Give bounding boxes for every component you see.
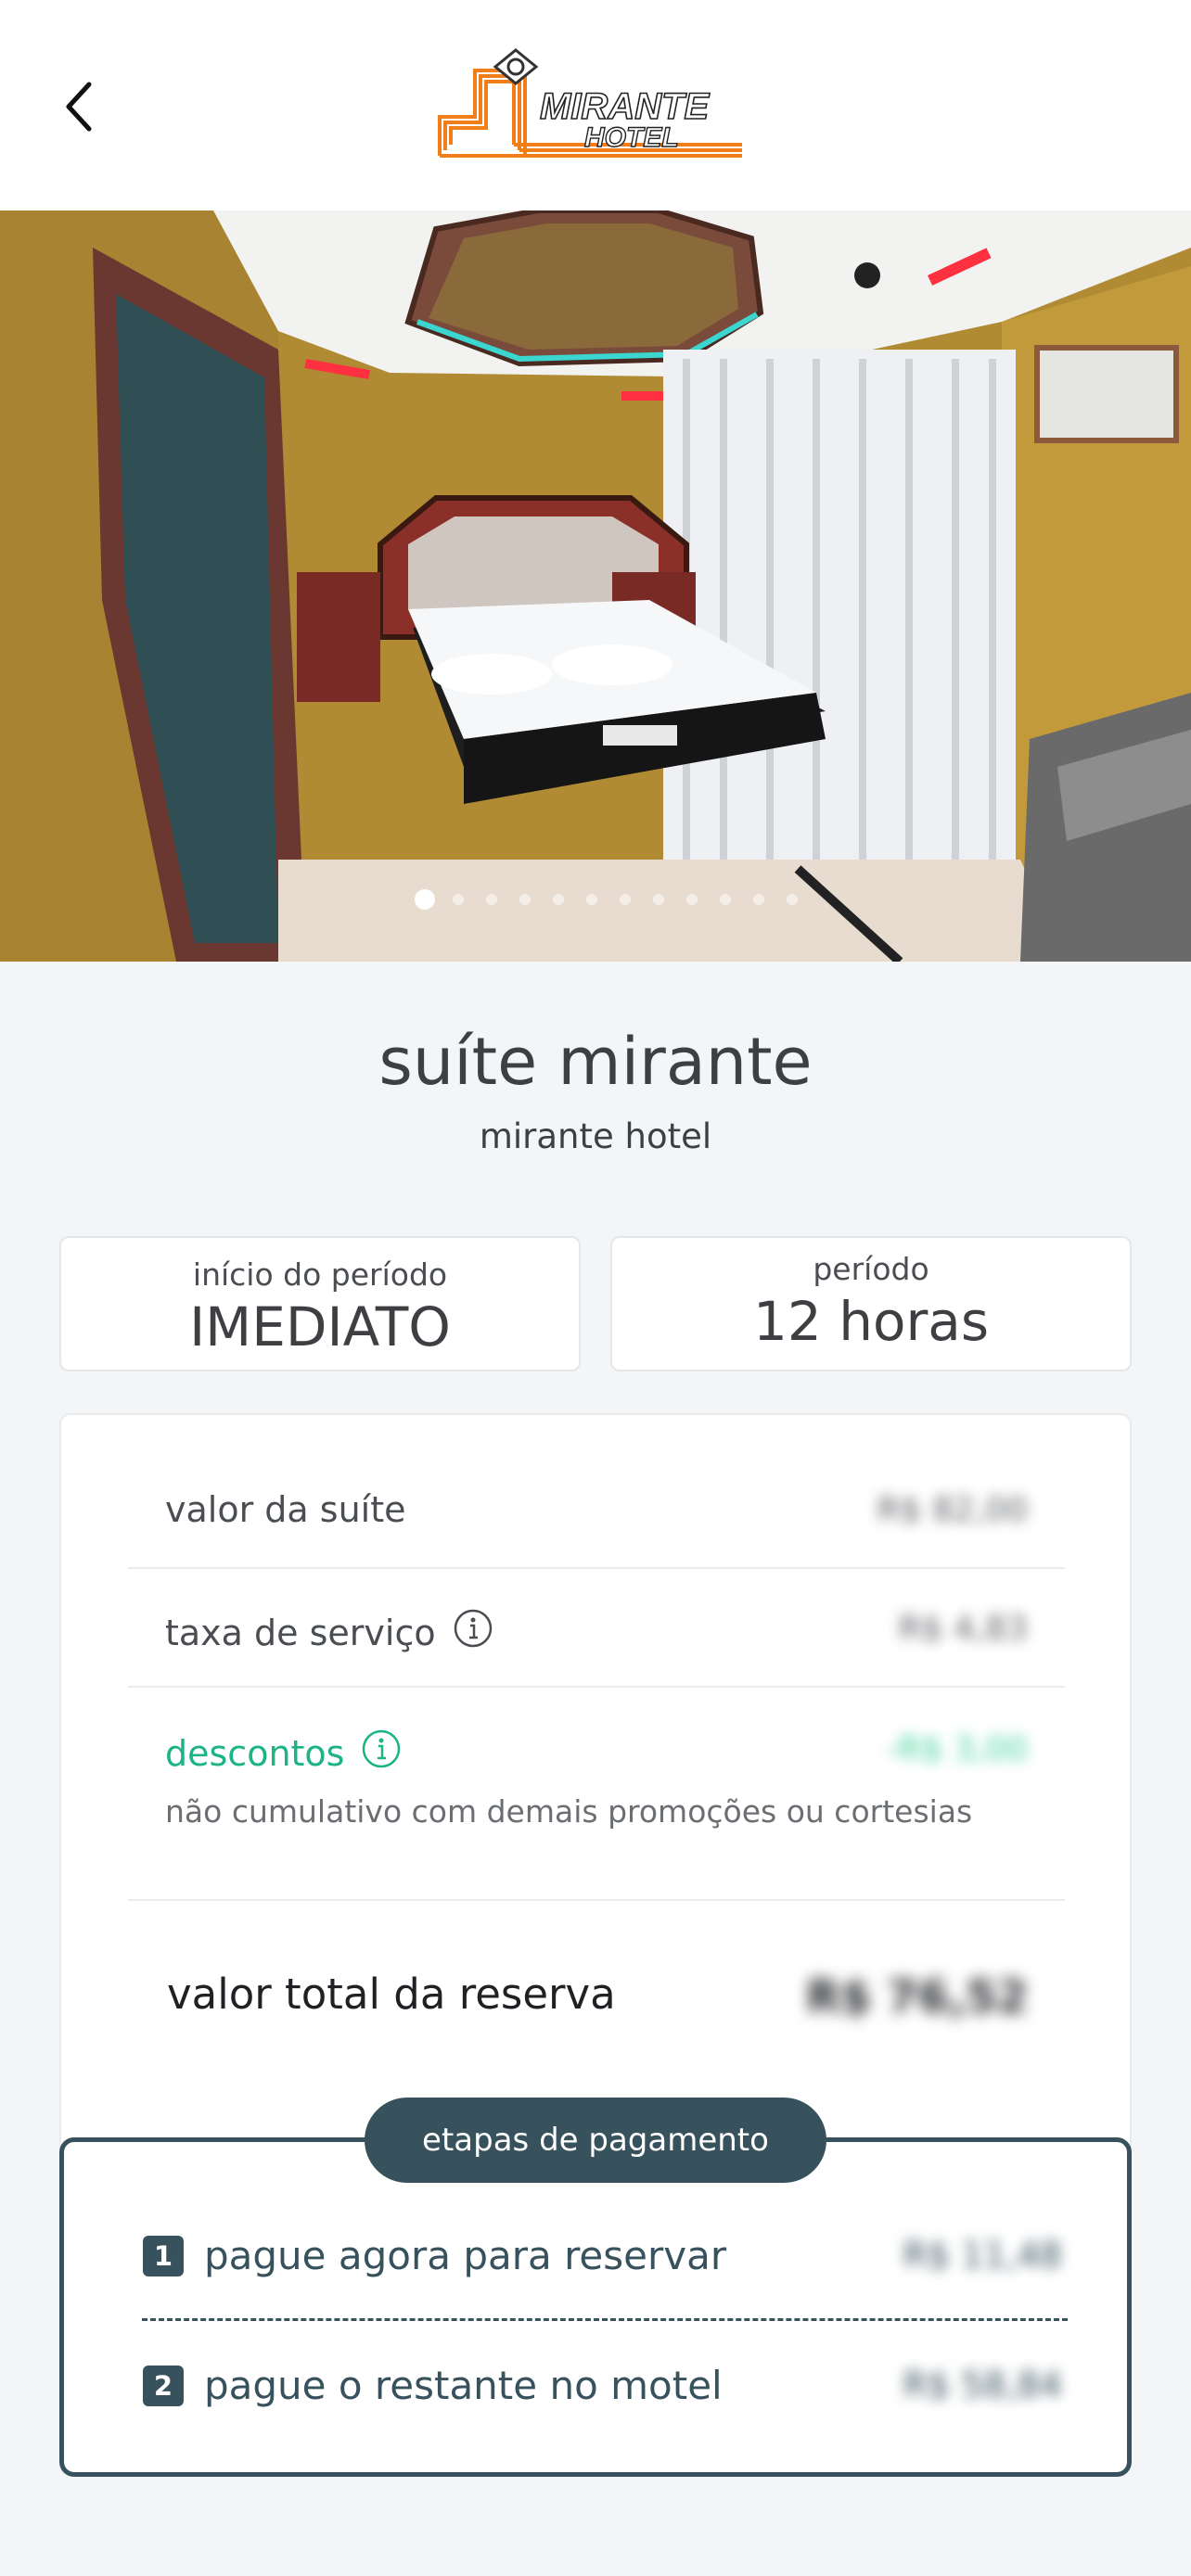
gallery-dot[interactable] (653, 894, 664, 905)
service-fee-label: taxa de serviço (165, 1608, 493, 1657)
gallery-dot[interactable] (415, 889, 435, 910)
gallery-dot[interactable] (519, 894, 531, 905)
step-1-value: R$ 11,48 (903, 2235, 1062, 2276)
total-label: valor total da reserva (167, 1970, 616, 2019)
step-label: pague o restante no motel (204, 2363, 723, 2408)
logo-text-hotel: HOTEL (584, 122, 679, 153)
step-2-value: R$ 58,84 (903, 2365, 1062, 2405)
period-box: período 12 horas (610, 1236, 1132, 1371)
suite-photo (0, 210, 1191, 962)
payment-step-2: 2 pague o restante no motel (143, 2363, 723, 2408)
divider (128, 1899, 1065, 1901)
start-period-box: início do período IMEDIATO (59, 1236, 581, 1371)
divider (128, 1567, 1065, 1569)
service-fee-label-text: taxa de serviço (165, 1612, 436, 1653)
service-fee-value: R$ 4,83 (898, 1610, 1028, 1648)
period-value: 12 horas (752, 1290, 990, 1353)
gallery-dot[interactable] (620, 894, 631, 905)
discount-note: não cumulativo com demais promoções ou c… (165, 1793, 973, 1830)
gallery-dot[interactable] (753, 894, 764, 905)
gallery-dot[interactable] (787, 894, 798, 905)
start-period-value: IMEDIATO (189, 1295, 451, 1358)
gallery-dot[interactable] (453, 894, 464, 905)
payment-step-1: 1 pague agora para reservar (143, 2233, 726, 2278)
step-number-badge: 2 (143, 2365, 184, 2406)
payment-steps-title: etapas de pagamento (365, 2098, 826, 2183)
suite-price-value: R$ 82,00 (877, 1491, 1028, 1529)
discount-value: -R$ 3,00 (886, 1730, 1028, 1768)
gallery-dot[interactable] (686, 894, 698, 905)
step-label: pague agora para reservar (204, 2233, 727, 2278)
chevron-left-icon (66, 82, 92, 132)
suite-photo-gallery[interactable] (0, 210, 1191, 962)
period-label: período (813, 1251, 929, 1287)
start-period-label: início do período (192, 1256, 448, 1293)
back-button[interactable] (46, 70, 111, 144)
gallery-dot[interactable] (586, 894, 597, 905)
dashed-divider (142, 2318, 1068, 2321)
total-value: R$ 76,52 (806, 1971, 1028, 2023)
discount-label-text: descontos (165, 1732, 345, 1774)
info-icon[interactable] (453, 1608, 493, 1657)
discount-label: descontos (165, 1728, 402, 1778)
gallery-dot[interactable] (553, 894, 564, 905)
suite-price-label: valor da suíte (165, 1489, 406, 1530)
payment-steps-box: 1 pague agora para reservar R$ 11,48 2 p… (59, 2137, 1132, 2477)
logo-text-mirante: MIRANTE (540, 86, 711, 127)
price-summary-card: valor da suíte R$ 82,00 taxa de serviço … (59, 1413, 1132, 2155)
app-header: MIRANTE HOTEL (0, 0, 1191, 210)
info-icon[interactable] (361, 1728, 402, 1778)
gallery-dot[interactable] (486, 894, 497, 905)
step-number-badge: 1 (143, 2235, 184, 2276)
hotel-logo: MIRANTE HOTEL (436, 43, 751, 163)
gallery-dot[interactable] (720, 894, 731, 905)
suite-price-label-text: valor da suíte (165, 1489, 406, 1530)
hotel-name: mirante hotel (479, 1116, 712, 1156)
divider (128, 1686, 1065, 1688)
suite-name: suíte mirante (378, 1024, 813, 1100)
